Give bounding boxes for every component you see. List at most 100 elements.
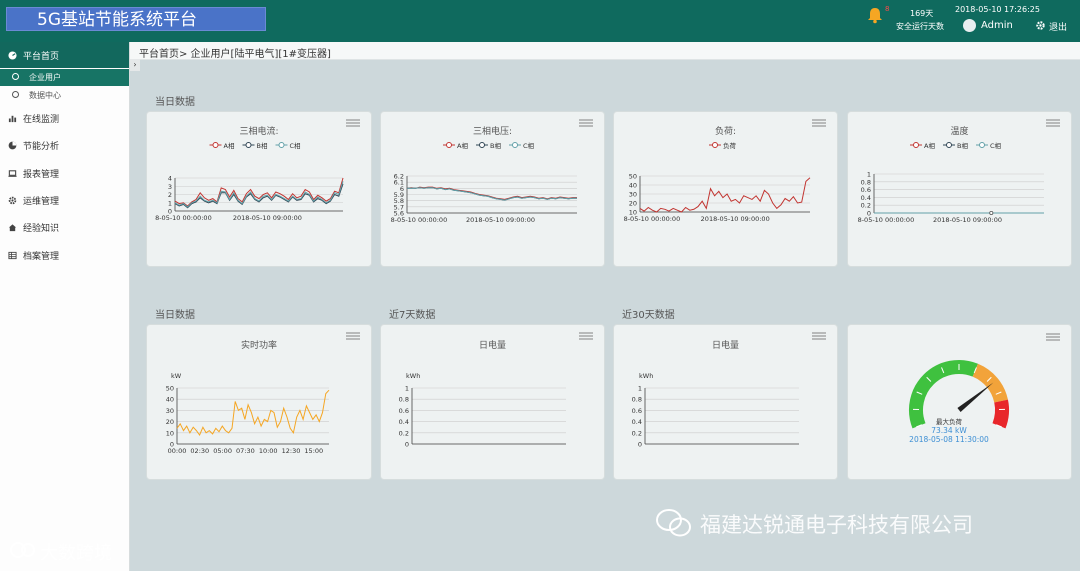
y-axis-label: kWh xyxy=(406,372,420,380)
top-bar: 5G基站节能系统平台 8 169天 安全运行天数 2018-05-10 17:2… xyxy=(0,0,1080,42)
gauge-time: 2018-05-08 11:30:00 xyxy=(909,435,989,444)
sidebar-item-archive[interactable]: 档案管理 xyxy=(8,249,59,262)
y-tick-label: 50 xyxy=(629,173,637,181)
brand-logo-icon xyxy=(10,542,35,558)
y-axis-label: kW xyxy=(171,372,182,380)
chart-card-power: 实时功率 kW 0 10 20 30 40 50 00:00 02:30 05:00 07:30 10:… xyxy=(146,324,372,480)
avatar[interactable] xyxy=(963,19,976,32)
x-tick-label: 00:00 xyxy=(168,447,187,455)
bar-chart-icon xyxy=(8,115,17,123)
sidebar-sub-item-datacenter[interactable]: 数据中心 xyxy=(12,90,61,101)
sidebar-item-knowledge[interactable]: 经验知识 xyxy=(8,221,59,234)
x-tick-label: 02:30 xyxy=(190,447,209,455)
menu-icon[interactable] xyxy=(812,332,826,340)
y-tick-label: 0.8 xyxy=(861,178,871,186)
temperature-chart: 温度A相 B相 C相00.20.40.60.818-05-10 00:00:00 20… xyxy=(858,119,1060,224)
x-tick-label: 8-05-10 00:00:00 xyxy=(155,214,212,222)
y-tick-label: 2 xyxy=(168,191,172,199)
chart-title: 三相电流: xyxy=(239,125,278,137)
chart-title: 日电量 xyxy=(479,339,506,351)
chart-card-energy-30d: 日电量 kWh 0 0.2 0.4 0.6 0.8 1 xyxy=(613,324,838,480)
y-tick-label: 0.2 xyxy=(632,429,642,437)
x-tick-label: 8-05-10 00:00:00 xyxy=(858,216,915,224)
sidebar-item-label: 节能分析 xyxy=(23,142,60,152)
dashboard-icon xyxy=(8,51,17,60)
y-tick-label: 0 xyxy=(405,441,409,449)
legend-label: C相 xyxy=(290,141,302,150)
y-tick-label: 40 xyxy=(629,182,637,190)
x-tick-label: 05:00 xyxy=(213,447,232,455)
y-tick-label: 50 xyxy=(166,385,174,393)
chart-card-voltage: 三相电压: A相 B相 C相 5.6 5.7 5.8 5.9 6 6.1 6.2 8-05-10 00… xyxy=(380,111,605,267)
collapse-toggle[interactable]: › xyxy=(130,59,140,71)
home-icon xyxy=(8,224,17,232)
chart-title: 日电量 xyxy=(712,339,739,351)
sidebar-item-maintenance[interactable]: 运维管理 xyxy=(8,194,59,207)
table-icon xyxy=(8,251,17,260)
gauge-label: 最大负荷 xyxy=(936,417,963,426)
y-axis-label: kWh xyxy=(639,372,653,380)
x-tick-label: 2018-05-10 09:00:00 xyxy=(466,216,535,224)
sidebar-item-monitor[interactable]: 在线监测 xyxy=(8,112,59,125)
legend-marker xyxy=(245,142,252,148)
sidebar-item-home[interactable]: 平台首页 xyxy=(0,42,129,68)
x-tick-label: 2018-05-10 09:00:00 xyxy=(701,215,770,223)
x-tick-label: 07:30 xyxy=(236,447,255,455)
legend-marker xyxy=(979,142,985,148)
data-point xyxy=(989,211,994,216)
sidebar-item-analysis[interactable]: 节能分析 xyxy=(8,139,59,152)
chart-card-load: 负荷: 负荷 10 20 30 40 50 8-05-10 00:00:00 2018-05-1… xyxy=(613,111,838,267)
y-tick-label: 30 xyxy=(629,191,637,199)
y-tick-label: 1 xyxy=(638,385,642,393)
logout-button[interactable]: 退出 xyxy=(1049,20,1067,33)
load-gauge: 最大负荷73.34 kW2018-05-08 11:30:00 xyxy=(908,359,1010,444)
menu-icon[interactable] xyxy=(579,119,593,127)
user-name[interactable]: Admin xyxy=(981,20,1013,31)
energy-7d-chart: 日电量 kWh 0 0.2 0.4 0.6 0.8 1 xyxy=(399,332,593,449)
y-tick-label: 10 xyxy=(166,429,174,437)
y-tick-label: 4 xyxy=(168,175,172,183)
legend-marker xyxy=(446,142,452,148)
sidebar: 平台首页 企业用户 数据中心 在线监测 节能分析 报表管理 运维管理 经验知识 … xyxy=(0,42,130,571)
y-tick-label: 0.6 xyxy=(632,407,642,415)
series-line xyxy=(407,187,577,201)
chart-title: 温度 xyxy=(950,125,968,137)
breadcrumb[interactable]: 平台首页> 企业用户[陆平电气][1#变压器] xyxy=(139,45,331,60)
menu-icon[interactable] xyxy=(346,332,360,340)
menu-icon[interactable] xyxy=(1046,333,1060,341)
y-tick-label: 0.8 xyxy=(632,396,642,404)
legend-label: C相 xyxy=(523,141,535,150)
y-tick-label: 1 xyxy=(405,385,409,393)
legend-marker xyxy=(712,142,718,148)
sidebar-item-reports[interactable]: 报表管理 xyxy=(8,167,59,180)
sidebar-sub-item-enterprise[interactable]: 企业用户 xyxy=(12,72,61,83)
legend-marker xyxy=(479,142,485,148)
app-title: 5G基站节能系统平台 xyxy=(6,7,266,31)
series-line xyxy=(639,177,811,213)
circle-icon xyxy=(12,73,19,80)
x-tick-label: 12:30 xyxy=(282,447,301,455)
legend-label: 负荷 xyxy=(723,141,737,150)
legend-label: B相 xyxy=(257,141,268,150)
y-tick-label: 20 xyxy=(166,418,174,426)
chart-title: 负荷: xyxy=(715,125,736,137)
gauge-needle xyxy=(957,382,994,412)
bell-icon[interactable] xyxy=(866,6,884,24)
wechat-icon xyxy=(656,509,691,537)
chart-title: 实时功率 xyxy=(241,339,277,351)
legend-label: B相 xyxy=(490,141,501,150)
chart-card-temperature: 温度 A相 B相 C相 0 0.2 0.4 0.6 0.8 1 8-05-10 00:00:00 20… xyxy=(847,111,1072,267)
menu-icon[interactable] xyxy=(346,119,360,127)
x-tick-label: 2018-05-10 09:00:00 xyxy=(933,216,1002,224)
legend-label: A相 xyxy=(457,141,468,150)
voltage-chart: 三相电压:A相 B相 C相5.65.75.85.966.16.28-05-10 00… xyxy=(391,119,593,224)
pie-chart-icon xyxy=(8,141,17,150)
legend-label: C相 xyxy=(990,141,1002,150)
menu-icon[interactable] xyxy=(579,332,593,340)
menu-icon[interactable] xyxy=(812,119,826,127)
chart-card-current: 三相电流: A相 B相 C相 0 1 2 3 4 8-05-10 00:00:00 2018-05-… xyxy=(146,111,372,267)
gear-icon[interactable] xyxy=(1035,20,1046,31)
y-tick-label: 0 xyxy=(638,441,642,449)
menu-icon[interactable] xyxy=(1046,119,1060,127)
gauge-band xyxy=(908,359,978,429)
